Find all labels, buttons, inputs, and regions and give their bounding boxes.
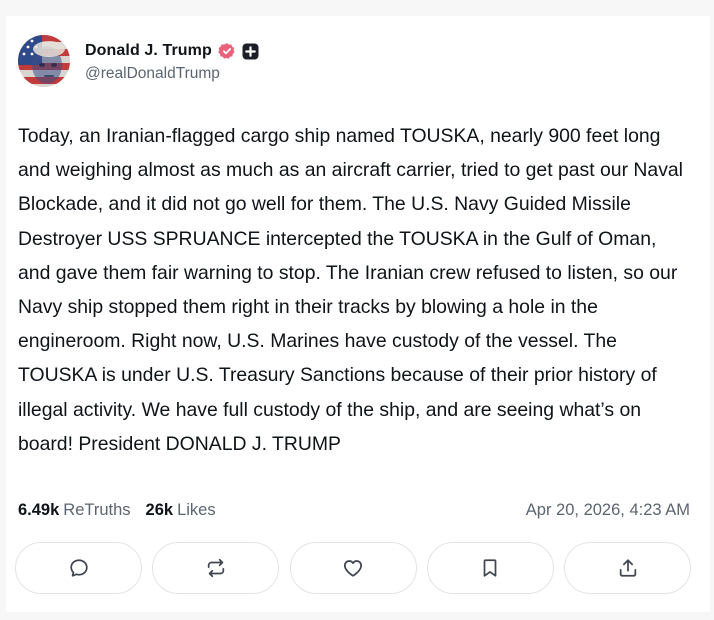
post-body-text: Today, an Iranian-flagged cargo ship nam… bbox=[18, 125, 683, 455]
author-info: Donald J. Trump @realDonaldTrump bbox=[85, 39, 259, 83]
likes-count[interactable]: 26k bbox=[146, 501, 174, 520]
post-header: Donald J. Trump @realDonaldTrump bbox=[18, 33, 259, 89]
author-display-name[interactable]: Donald J. Trump bbox=[85, 42, 212, 60]
window-bottom-margin bbox=[0, 612, 714, 620]
author-handle[interactable]: @realDonaldTrump bbox=[85, 65, 259, 83]
bookmark-icon bbox=[483, 559, 497, 577]
reply-icon bbox=[69, 559, 88, 577]
avatar[interactable] bbox=[18, 35, 70, 87]
like-button[interactable] bbox=[289, 542, 417, 594]
share-icon bbox=[619, 559, 636, 577]
post-stats: 6.49k ReTruths 26k Likes Apr 20, 2026, 4… bbox=[18, 498, 690, 522]
likes-label[interactable]: Likes bbox=[177, 501, 216, 520]
avatar-image bbox=[18, 35, 70, 87]
retruth-button[interactable] bbox=[152, 542, 280, 594]
retruths-count[interactable]: 6.49k bbox=[18, 501, 59, 520]
retruth-icon bbox=[207, 558, 224, 578]
author-name-row: Donald J. Trump bbox=[85, 39, 259, 63]
post-timestamp[interactable]: Apr 20, 2026, 4:23 AM bbox=[526, 501, 690, 520]
share-button[interactable] bbox=[564, 542, 691, 594]
plus-badge-icon bbox=[242, 43, 259, 60]
window-right-margin bbox=[710, 16, 714, 620]
reply-button[interactable] bbox=[15, 542, 142, 594]
retruths-label[interactable]: ReTruths bbox=[63, 501, 130, 520]
post-actions bbox=[15, 542, 691, 594]
heart-icon bbox=[343, 560, 363, 577]
window-top-margin bbox=[0, 0, 714, 16]
verified-badge-icon bbox=[218, 42, 236, 60]
bookmark-button[interactable] bbox=[426, 542, 554, 594]
